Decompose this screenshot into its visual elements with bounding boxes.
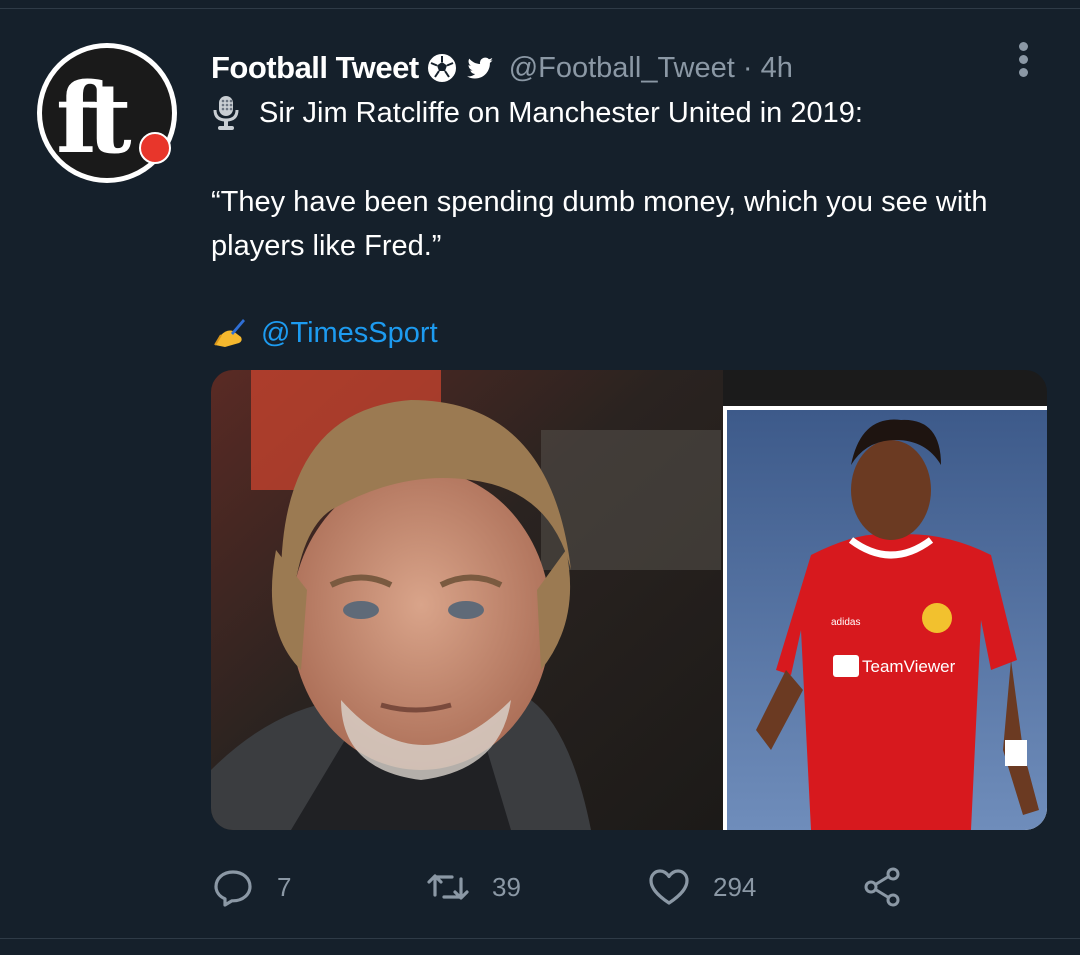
- credit-line: @TimesSport: [211, 313, 438, 353]
- bottom-divider: [0, 938, 1080, 939]
- retweet-icon: [427, 874, 469, 900]
- avatar[interactable]: ft: [37, 43, 177, 183]
- reply-icon: [214, 870, 252, 907]
- tweet-text-line1: Sir Jim Ratcliffe on Manchester United i…: [211, 93, 863, 133]
- writing-hand-icon: [214, 319, 245, 347]
- avatar-logo-text: ft: [56, 62, 132, 175]
- credit-handle-link[interactable]: @TimesSport: [261, 317, 438, 350]
- reply-count: 7: [277, 871, 292, 902]
- meta-separator: ·: [742, 51, 753, 84]
- tweet-actions: 7 39 294: [211, 862, 931, 912]
- tweet-media-image[interactable]: TeamViewer adidas: [211, 370, 1047, 830]
- heart-icon: [649, 869, 689, 905]
- author-handle[interactable]: @Football_Tweet: [509, 52, 735, 84]
- microphone-icon: [213, 96, 239, 130]
- jersey-brand-text: adidas: [831, 617, 860, 628]
- reply-button[interactable]: 7: [211, 862, 291, 912]
- top-divider: [0, 0, 1080, 9]
- like-button[interactable]: 294: [647, 862, 756, 912]
- retweet-count: 39: [492, 871, 521, 902]
- tweet-time[interactable]: 4h: [761, 52, 793, 84]
- author-name[interactable]: Football Tweet: [211, 50, 419, 86]
- avatar-ball-icon: [139, 132, 171, 164]
- soccer-ball-icon: [427, 54, 456, 82]
- share-icon: [864, 867, 900, 907]
- more-options-button[interactable]: [1014, 40, 1034, 80]
- tweet-quote: “They have been spending dumb money, whi…: [211, 186, 988, 262]
- twitter-bird-icon: [466, 57, 493, 79]
- jersey-sponsor-text: TeamViewer: [862, 657, 956, 676]
- tweet-intro-text: Sir Jim Ratcliffe on Manchester United i…: [259, 96, 863, 129]
- share-button[interactable]: [861, 862, 927, 912]
- tweet-header: Football Tweet @Football_Tweet · 4h: [211, 48, 793, 88]
- like-count: 294: [713, 871, 757, 902]
- retweet-button[interactable]: 39: [426, 862, 521, 912]
